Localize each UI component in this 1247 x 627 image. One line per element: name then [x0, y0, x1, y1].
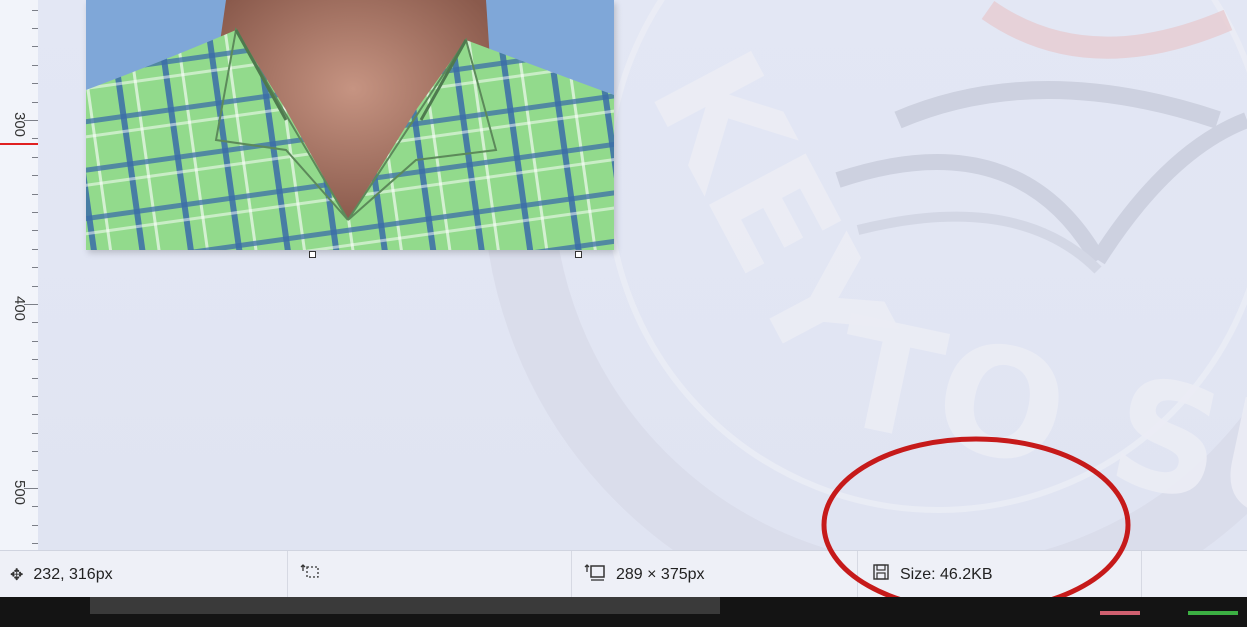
svg-text:TO SUC: TO SUC: [821, 285, 1247, 550]
image-size-text: 289 × 375px: [616, 565, 705, 583]
ruler-label-500: 500: [11, 480, 28, 506]
image-size-icon: [584, 563, 606, 586]
status-bar: ✥ 232, 316px 289 × 375px Size: 46.2KB: [0, 550, 1247, 598]
ruler-label-400: 400: [11, 296, 28, 322]
watermark-text: KEY: [616, 25, 924, 398]
resize-handle-bottom-right[interactable]: [575, 251, 582, 258]
canvas-area[interactable]: KEY TO SUC: [38, 0, 1247, 550]
save-disk-icon: [872, 563, 890, 586]
ruler-cursor-marker: [0, 143, 38, 145]
taskbar-indicator-green: [1188, 611, 1238, 615]
selection-size-cell: [288, 551, 572, 598]
taskbar: [0, 597, 1247, 627]
file-size-cell: Size: 46.2KB: [858, 551, 1142, 598]
cursor-position-text: 232, 316px: [33, 565, 113, 583]
portrait-photo: [86, 0, 614, 250]
taskbar-app-strip[interactable]: [90, 597, 720, 614]
image-editor-window: 300 400 500 KEY TO SUC ✥ 232, 316px 289 …: [0, 0, 1247, 627]
file-size-text: Size: 46.2KB: [900, 565, 993, 583]
resize-handle-bottom-center[interactable]: [309, 251, 316, 258]
image-size-cell: 289 × 375px: [572, 551, 858, 598]
ruler-label-300: 300: [11, 112, 28, 138]
selection-icon: [300, 563, 320, 586]
cursor-position-cell: ✥ 232, 316px: [0, 551, 288, 598]
taskbar-indicator-pink: [1100, 611, 1140, 615]
vertical-ruler: 300 400 500: [0, 0, 39, 550]
photo-image[interactable]: [86, 0, 614, 250]
move-crosshair-icon: ✥: [10, 566, 24, 584]
